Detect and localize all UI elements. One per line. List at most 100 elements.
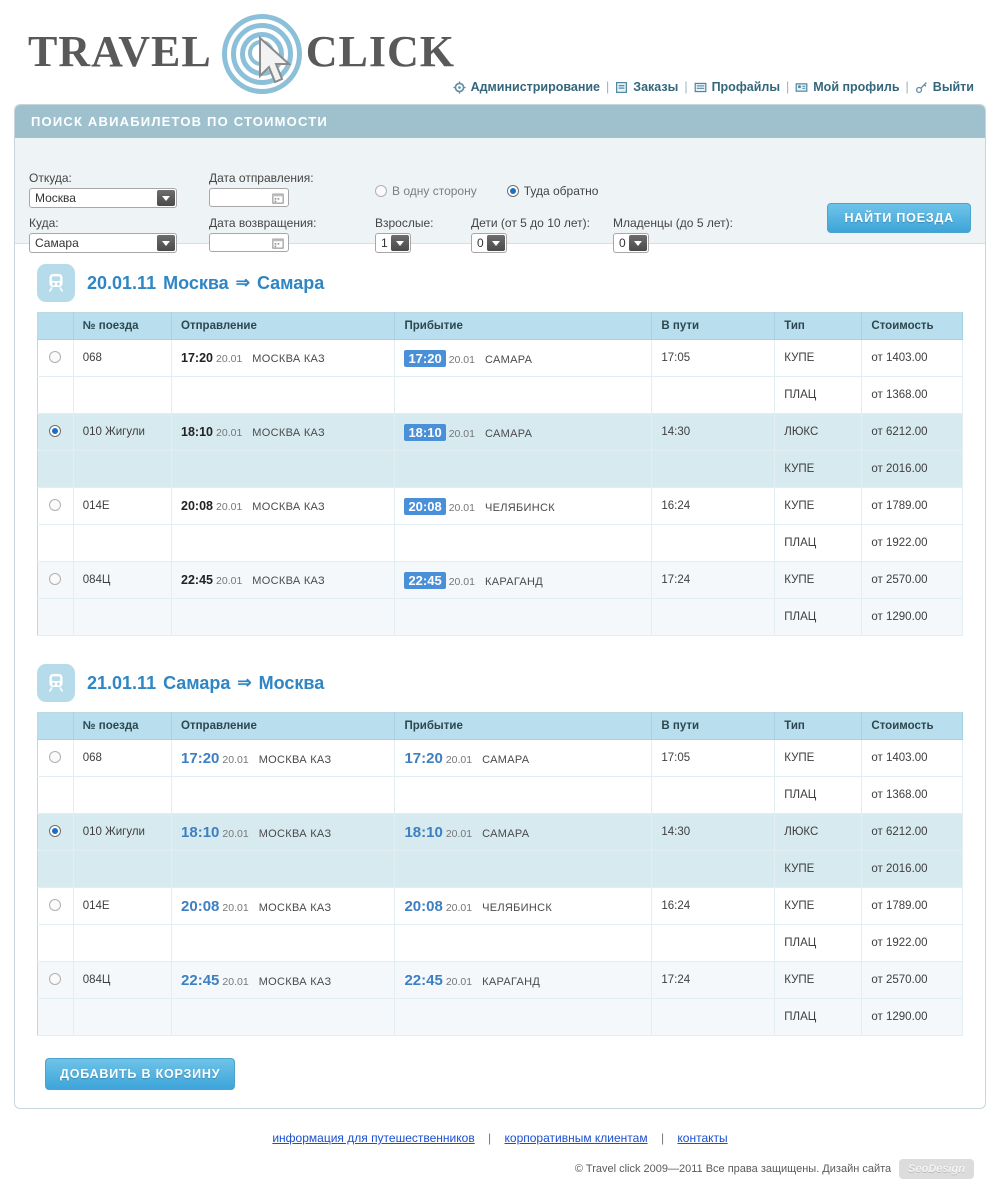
results-area: 20.01.11 Москва ⇒ Самара № поезда Отправ… [15, 244, 985, 1108]
row-radio-cell[interactable] [37, 887, 74, 925]
arrival-time: 20:08 [404, 897, 443, 915]
footer-link-travellers[interactable]: информация для путешественников [272, 1131, 474, 1145]
return-date-input[interactable] [209, 233, 289, 252]
panel-title: ПОИСК АВИАБИЛЕТОВ ПО СТОИМОСТИ [15, 105, 985, 138]
departure-cell-empty [171, 450, 396, 488]
nav-administration[interactable]: Администрирование [452, 80, 600, 94]
trip-type-return[interactable]: Туда обратно [506, 184, 598, 198]
arrow-right-icon: ⇒ [235, 273, 250, 292]
copyright-text: © Travel click 2009—2011 Все права защищ… [574, 1163, 892, 1175]
table-row[interactable]: 010 Жигули 18:10 20.01 МОСКВА КАЗ 18:10 20.01… [37, 413, 963, 451]
table-row-secondary-fare[interactable]: ПЛАЦ от 1922.00 [37, 924, 963, 962]
table-row-secondary-fare[interactable]: ПЛАЦ от 1922.00 [37, 524, 963, 562]
inbound-to: Москва [258, 672, 325, 693]
nav-profiles-label: Профайлы [711, 80, 781, 94]
row-radio[interactable] [49, 350, 62, 363]
th-duration: В пути [651, 312, 776, 340]
footer-link-corporate[interactable]: корпоративным клиентам [505, 1131, 648, 1145]
designer-badge[interactable]: SeoDesign [899, 1159, 974, 1179]
row-radio-cell[interactable] [37, 961, 74, 999]
fare-price-cell: от 2570.00 [861, 561, 963, 599]
add-to-cart-button[interactable]: ДОБАВИТЬ В КОРЗИНУ [45, 1058, 236, 1090]
radio-oneway[interactable] [375, 185, 387, 197]
to-select-value: Самара [35, 236, 79, 250]
departure-date: 20.01 [222, 975, 249, 988]
row-radio[interactable] [49, 498, 62, 511]
row-radio-cell[interactable] [37, 739, 74, 777]
row-radio[interactable] [49, 572, 62, 585]
train-number-cell: 010 Жигули [73, 813, 173, 851]
row-radio-cell[interactable] [37, 487, 74, 525]
arrival-station: САМАРА [482, 827, 530, 840]
children-select[interactable]: 0 [471, 233, 507, 253]
chevron-down-icon[interactable] [157, 235, 175, 251]
row-radio[interactable] [49, 424, 62, 437]
departure-date-input[interactable] [209, 188, 289, 207]
row-radio-cell[interactable] [37, 813, 74, 851]
nav-profiles[interactable]: Профайлы [694, 80, 780, 94]
row-radio[interactable] [49, 750, 62, 763]
row-radio-cell[interactable] [37, 561, 74, 599]
table-row[interactable]: 068 17:20 20.01 МОСКВА КАЗ 17:20 20.01 САМАРА 1… [37, 339, 963, 377]
radio-return[interactable] [506, 185, 519, 197]
chevron-down-icon[interactable] [391, 235, 409, 251]
table-row[interactable]: 014Е 20:08 20.01 МОСКВА КАЗ 20:08 20.01 ЧЕЛЯБИ… [37, 487, 963, 525]
return-date-group: Дата возвращения: [209, 216, 316, 252]
departure-cell-empty [171, 598, 396, 636]
train-number-cell-empty [73, 524, 173, 562]
footer-link-contacts[interactable]: контакты [677, 1131, 727, 1145]
table-row[interactable]: 068 17:20 20.01 МОСКВА КАЗ 17:20 20.01 САМАРА 1… [37, 739, 963, 777]
inbound-results-table: № поезда Отправление Прибытие В пути Тип… [37, 712, 963, 1036]
table-row-secondary-fare[interactable]: ПЛАЦ от 1368.00 [37, 376, 963, 414]
row-radio-cell[interactable] [37, 413, 74, 451]
table-row-secondary-fare[interactable]: ПЛАЦ от 1290.00 [37, 998, 963, 1036]
nav-my-profile[interactable]: Мой профиль [795, 80, 900, 94]
from-select[interactable]: Москва [29, 188, 177, 208]
table-row-secondary-fare[interactable]: ПЛАЦ от 1368.00 [37, 776, 963, 814]
nav-logout[interactable]: Выйти [915, 80, 974, 94]
departure-date: 20.01 [216, 353, 243, 365]
from-select-value: Москва [35, 191, 76, 205]
table-row-secondary-fare[interactable]: КУПЕ от 2016.00 [37, 450, 963, 488]
train-number-cell: 014Е [73, 887, 173, 925]
adults-select[interactable]: 1 [375, 233, 411, 253]
search-trains-button[interactable]: НАЙТИ ПОЕЗДА [827, 203, 971, 233]
th-type: Тип [774, 712, 863, 740]
chevron-down-icon[interactable] [629, 235, 647, 251]
calendar-icon[interactable] [272, 192, 284, 204]
fare-price-cell: от 2016.00 [861, 850, 963, 888]
row-radio[interactable] [49, 972, 62, 985]
train-number-cell: 010 Жигули [73, 413, 173, 451]
row-radio[interactable] [49, 824, 62, 837]
site-header: TRAVEL CLICK Администрирование | Заказы … [0, 0, 1000, 104]
departure-cell: 22:45 20.01 МОСКВА КАЗ [171, 961, 396, 999]
nav-orders[interactable]: Заказы [615, 80, 678, 94]
train-number-cell-empty [73, 598, 173, 636]
table-row[interactable]: 084Ц 22:45 20.01 МОСКВА КАЗ 22:45 20.01 КАРАГА… [37, 961, 963, 999]
arrival-time: 22:45 [404, 571, 446, 589]
departure-cell: 18:10 20.01 МОСКВА КАЗ [171, 413, 396, 451]
arrival-cell: 20:08 20.01 ЧЕЛЯБИНСК [394, 887, 653, 925]
departure-date: 20.01 [216, 575, 243, 587]
table-row[interactable]: 010 Жигули 18:10 20.01 МОСКВА КАЗ 18:10 20.01… [37, 813, 963, 851]
fare-price-cell: от 1368.00 [861, 376, 963, 414]
row-radio-cell[interactable] [37, 339, 74, 377]
to-select[interactable]: Самара [29, 233, 177, 253]
fare-type-cell: ПЛАЦ [774, 776, 863, 814]
table-row-secondary-fare[interactable]: ПЛАЦ от 1290.00 [37, 598, 963, 636]
departure-cell-empty [171, 850, 396, 888]
chevron-down-icon[interactable] [157, 190, 175, 206]
table-row[interactable]: 014Е 20:08 20.01 МОСКВА КАЗ 20:08 20.01 ЧЕЛЯБИ… [37, 887, 963, 925]
row-radio[interactable] [49, 898, 62, 911]
logo-word-click: CLICK [305, 26, 455, 76]
infants-select[interactable]: 0 [613, 233, 649, 253]
table-row-secondary-fare[interactable]: КУПЕ от 2016.00 [37, 850, 963, 888]
table-row[interactable]: 084Ц 22:45 20.01 МОСКВА КАЗ 22:45 20.01 КАРАГА… [37, 561, 963, 599]
arrival-cell-empty [394, 450, 653, 488]
calendar-icon[interactable] [272, 237, 284, 249]
site-logo[interactable]: TRAVEL CLICK [28, 12, 455, 94]
trip-type-oneway[interactable]: В одну сторону [375, 184, 477, 198]
chevron-down-icon[interactable] [487, 235, 505, 251]
fare-price-cell: от 1922.00 [861, 924, 963, 962]
departure-cell-empty [171, 924, 396, 962]
